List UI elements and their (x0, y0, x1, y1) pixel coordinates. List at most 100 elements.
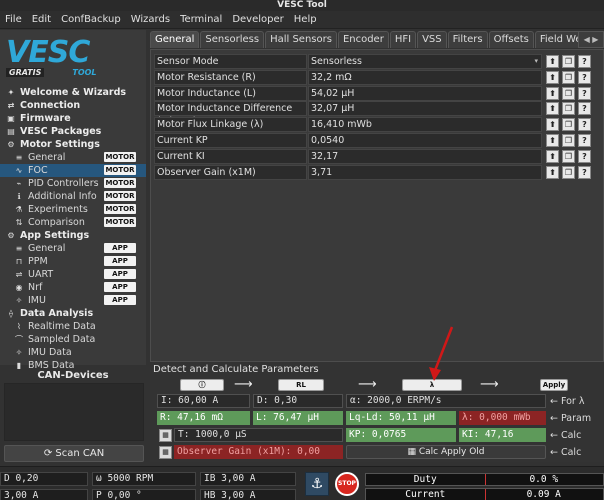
upload-icon[interactable]: ⬆ (546, 165, 559, 179)
help-icon[interactable]: ? (578, 55, 591, 68)
menu-wizards[interactable]: Wizards (126, 14, 175, 25)
tab-encoder[interactable]: Encoder (337, 31, 389, 48)
menu-terminal[interactable]: Terminal (175, 14, 227, 25)
menu-confbackup[interactable]: ConfBackup (56, 14, 126, 25)
sidebar-item[interactable]: ⌇ Realtime Data (0, 320, 146, 333)
help-icon[interactable]: ? (578, 165, 591, 179)
help-icon[interactable]: ? (578, 118, 591, 132)
copy-icon[interactable]: ❐ (562, 102, 575, 116)
copy-icon[interactable]: ❐ (562, 149, 575, 163)
sidebar-item-label: Additional Info (28, 191, 97, 202)
scan-can-button[interactable]: ⟳ Scan CAN (4, 445, 144, 462)
tab-hall-sensors[interactable]: Hall Sensors (265, 31, 337, 48)
sidebar-item-label: General (28, 243, 66, 254)
sidebar-item[interactable]: ✧ IMU APP (0, 294, 146, 307)
sidebar-item[interactable]: ⚗ Experiments MOTOR (0, 203, 146, 216)
result-lambda-field: λ: 0,000 mWb (459, 411, 546, 425)
sidebar-item[interactable]: ▤ VESC Packages (0, 125, 146, 138)
upload-icon[interactable]: ⬆ (546, 70, 559, 84)
sidebar-item[interactable]: ℹ Additional Info MOTOR (0, 190, 146, 203)
upload-icon[interactable]: ⬆ (546, 149, 559, 163)
tab-hfi[interactable]: HFI (389, 31, 417, 48)
stop-button[interactable]: STOP (335, 472, 359, 496)
sidebar-item-label: Nrf (28, 282, 43, 293)
sidebar-item[interactable]: ✧ IMU Data (0, 346, 146, 359)
sidebar-item[interactable]: ⇌ UART APP (0, 268, 146, 281)
tab-sensorless[interactable]: Sensorless (200, 31, 265, 48)
for-lambda-label: ← For λ (550, 396, 585, 407)
help-button[interactable]: ⓘ (180, 379, 224, 391)
menu-edit[interactable]: Edit (27, 14, 56, 25)
menu-developer[interactable]: Developer (227, 14, 288, 25)
menu-file[interactable]: File (0, 14, 27, 25)
sidebar-item-label: Sampled Data (28, 334, 96, 345)
calculator-icon[interactable]: ▦ (159, 446, 172, 459)
copy-icon[interactable]: ❐ (562, 86, 575, 100)
apply-button[interactable]: Apply (540, 379, 568, 391)
anchor-icon[interactable]: ⚓ (305, 472, 329, 496)
sidebar-item-tag: APP (104, 256, 136, 266)
param-value-field[interactable]: 32,17 (308, 148, 542, 164)
sidebar-item[interactable]: ⇄ Connection (0, 99, 146, 112)
status-duty: D 0,20 (0, 472, 88, 486)
help-icon[interactable]: ? (578, 149, 591, 163)
sidebar-item[interactable]: ⌒ Sampled Data (0, 333, 146, 346)
param-value: 16,410 mWb (311, 119, 372, 131)
sidebar-item[interactable]: ⇅ Comparison MOTOR (0, 216, 146, 229)
sidebar-item[interactable]: ⟠ Data Analysis (0, 307, 146, 320)
param-value-field[interactable]: 16,410 mWb (308, 117, 542, 133)
detect-rl-button[interactable]: RL (278, 379, 324, 391)
sidebar-item[interactable]: ◉ Nrf APP (0, 281, 146, 294)
sidebar-item[interactable]: ≡ General APP (0, 242, 146, 255)
sidebar-item[interactable]: ≡ General MOTOR (0, 151, 146, 164)
tab-filters[interactable]: Filters (447, 31, 488, 48)
copy-icon[interactable]: ❐ (562, 55, 575, 68)
duty-d-field[interactable]: D: 0,30 (253, 394, 343, 408)
help-icon[interactable]: ? (578, 70, 591, 84)
help-icon[interactable]: ? (578, 102, 591, 116)
alpha-field[interactable]: α: 2000,0 ERPM/s (346, 394, 546, 408)
copy-icon[interactable]: ❐ (562, 118, 575, 132)
param-row: Sensor Mode Sensorless ▾ ⬆ ❐? (154, 54, 601, 69)
calc-label-2: ← Calc (550, 447, 582, 458)
param-dropdown[interactable]: Sensorless ▾ (308, 54, 542, 69)
help-icon[interactable]: ? (578, 134, 591, 147)
upload-icon[interactable]: ⬆ (546, 134, 559, 147)
sidebar-item[interactable]: ✦ Welcome & Wizards (0, 86, 146, 99)
tab-offsets[interactable]: Offsets (488, 31, 534, 48)
param-value-field[interactable]: 3,71 (308, 164, 542, 180)
calc-apply-old-button[interactable]: ▦ Calc Apply Old (346, 445, 546, 459)
param-value-field[interactable]: 0,0540 (308, 133, 542, 148)
upload-icon[interactable]: ⬆ (546, 102, 559, 116)
tab-vss[interactable]: VSS (417, 31, 447, 48)
current-i-field[interactable]: I: 60,00 A (157, 394, 250, 408)
help-icon[interactable]: ? (578, 86, 591, 100)
param-value-field[interactable]: 32,07 μH (308, 101, 542, 117)
copy-icon[interactable]: ❐ (562, 70, 575, 84)
upload-icon[interactable]: ⬆ (546, 86, 559, 100)
sidebar-item[interactable]: ⌁ PID Controllers MOTOR (0, 177, 146, 190)
upload-icon[interactable]: ⬆ (546, 55, 559, 68)
can-devices-list[interactable] (4, 383, 144, 441)
sidebar-item[interactable]: ⊓ PPM APP (0, 255, 146, 268)
sidebar-item[interactable]: ⚙ Motor Settings (0, 138, 146, 151)
time-constant-field[interactable]: T: 1000,0 μS (174, 428, 343, 442)
tab-scroll-arrows[interactable]: ◀ ▶ (578, 31, 604, 48)
tab-general[interactable]: General (150, 31, 200, 48)
upload-icon[interactable]: ⬆ (546, 118, 559, 132)
param-value-field[interactable]: 54,02 μH (308, 85, 542, 101)
sidebar-item-tag: MOTOR (104, 178, 136, 188)
param-value: 0,0540 (311, 135, 345, 146)
menu-help[interactable]: Help (289, 14, 322, 25)
sidebar-item-label: VESC Packages (20, 126, 102, 137)
sidebar-item[interactable]: ▣ Firmware (0, 112, 146, 125)
current-gauge: Current 0.09 A (365, 488, 604, 500)
param-value: Sensorless (311, 56, 362, 67)
sidebar-item[interactable]: ⚙ App Settings (0, 229, 146, 242)
copy-icon[interactable]: ❐ (562, 134, 575, 147)
copy-icon[interactable]: ❐ (562, 165, 575, 179)
tab-bar: General Sensorless Hall Sensors Encoder HFI V… (150, 31, 604, 48)
sidebar-item[interactable]: ∿ FOC MOTOR (0, 164, 146, 177)
calculator-icon[interactable]: ▦ (159, 429, 172, 442)
param-value-field[interactable]: 32,2 mΩ (308, 69, 542, 85)
